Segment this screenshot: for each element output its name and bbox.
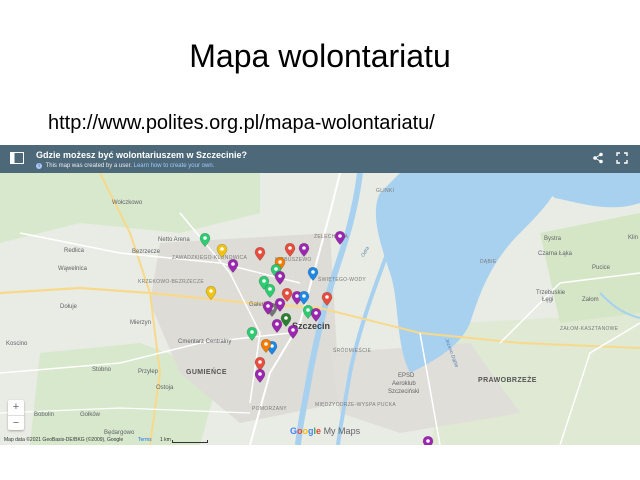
map-label-gumience: GUMIEŃCE — [186, 369, 227, 376]
map-label-trzebuskie: Trzebuskie — [536, 290, 566, 296]
map-label-dabie: DĄBIE — [480, 259, 497, 265]
map-label-redlica: Redlica — [64, 248, 85, 254]
map-label-lagi: Łęgi — [542, 297, 554, 303]
map-pin[interactable] — [334, 230, 346, 245]
map-label-srodmiescie: ŚRÓDMIEŚCIE — [333, 348, 372, 354]
map-label-bobolin: Bobolin — [34, 412, 55, 418]
map-label-glinki: GLINKI — [376, 188, 395, 194]
map-pin[interactable] — [227, 258, 239, 273]
map-label-swietego: ŚWIĘTEGO-WODY — [318, 277, 367, 283]
learn-link[interactable]: Learn how to create your own. — [134, 163, 215, 169]
map-label-koscino: Koscino — [6, 341, 28, 347]
fullscreen-icon[interactable] — [616, 152, 628, 164]
map-pin[interactable] — [271, 318, 283, 333]
map-label-bezrzecze: Bezrzecze — [132, 249, 161, 255]
created-by-user-text: This map was created by a user. — [45, 163, 132, 169]
map-label-bystra: Bystra — [544, 236, 562, 242]
map-label-wawelnica: Wąwelnica — [58, 266, 88, 272]
map-pin[interactable] — [260, 338, 272, 353]
map-pin[interactable] — [246, 326, 258, 341]
map-pin[interactable] — [254, 368, 266, 383]
map-pin[interactable] — [254, 246, 266, 261]
sidebar-toggle-icon[interactable] — [10, 152, 24, 164]
map-label-mierzyn: Mierzyn — [130, 320, 152, 326]
zoom-control: + − — [8, 400, 24, 430]
map-pin[interactable] — [321, 291, 333, 306]
share-icon[interactable] — [592, 152, 604, 164]
map-pin[interactable] — [307, 266, 319, 281]
map-attribution: Map data ©2021 GeoBasis-DE/BKG (©2009), … — [4, 437, 124, 443]
map-pin[interactable] — [310, 307, 322, 322]
map-embed[interactable]: Gdzie możesz być wolontariuszem w Szczec… — [0, 145, 640, 445]
map-label-stobno: Stobno — [92, 367, 112, 373]
map-label-nettoarena: Netto Arena — [158, 237, 190, 243]
map-pin[interactable] — [298, 242, 310, 257]
map-label-epsd: EPSD — [398, 373, 415, 379]
map-pin[interactable] — [298, 290, 310, 305]
map-label-szczecinski: Szczeciński — [388, 389, 420, 395]
map-label-aeroklub: Aeroklub — [392, 381, 416, 387]
slide-url[interactable]: http://www.polites.org.pl/mapa-wolontari… — [48, 112, 435, 135]
map-header-subtitle: i This map was created by a user. Learn … — [36, 163, 214, 169]
terms-link[interactable]: Terms — [138, 437, 152, 443]
map-label-przylep: Przylep — [138, 369, 159, 375]
zoom-out-button[interactable]: − — [8, 416, 24, 431]
map-pin[interactable] — [205, 285, 217, 300]
map-pin[interactable] — [262, 300, 274, 315]
map-pin[interactable] — [287, 324, 299, 339]
info-icon: i — [36, 163, 42, 169]
map-pin[interactable] — [199, 232, 211, 247]
map-label-ostoja: Ostoja — [156, 385, 174, 391]
map-label-pucice: Pucice — [592, 265, 611, 271]
slide-title: Mapa wolontariatu — [189, 38, 451, 74]
zoom-in-button[interactable]: + — [8, 400, 24, 416]
map-label-zalomk: ZAŁOM-KASZTANOWE — [560, 326, 619, 332]
map-label-miedzyodrze: MIĘDZYODRZE-WYSPA PUCKA — [315, 402, 396, 408]
map-pin[interactable] — [274, 270, 286, 285]
map-label-zalom: Załom — [582, 297, 599, 303]
map-label-dolujle: Dołuje — [60, 304, 78, 310]
scale-label: 1 km — [160, 437, 171, 443]
map-pin[interactable] — [284, 242, 296, 257]
map-label-czarnalaka: Czarna Łąka — [538, 251, 573, 257]
map-label-cmentarz: Cmentarz Centralny — [178, 339, 232, 345]
map-label-klin: Klin — [628, 235, 639, 241]
map-pin[interactable] — [264, 283, 276, 298]
map-label-prawobrzeze: PRAWOBRZEŻE — [478, 377, 537, 384]
map-header: Gdzie możesz być wolontariuszem w Szczec… — [0, 145, 640, 173]
map-header-title: Gdzie możesz być wolontariuszem w Szczec… — [36, 150, 248, 160]
map-label-pomorzany: POMORZANY — [252, 406, 287, 412]
map-label-golkow: Gołków — [80, 412, 101, 418]
map-footer: Map data ©2021 GeoBasis-DE/BKG (©2009), … — [0, 435, 640, 445]
map-pin[interactable] — [216, 243, 228, 258]
scale-bar — [172, 440, 208, 443]
map-label-krzekowo: KRZEKOWO-BEZRZECZE — [138, 279, 204, 285]
map-label-wolczkowo: Wołczkowo — [112, 200, 143, 206]
